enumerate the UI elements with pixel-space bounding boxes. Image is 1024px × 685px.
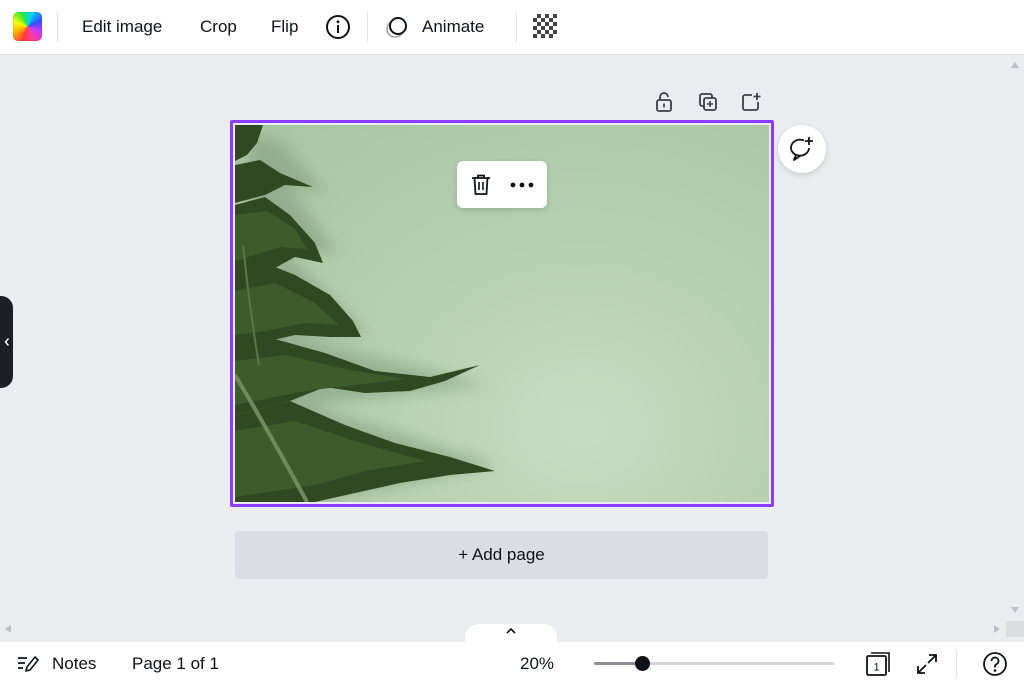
more-icon — [510, 182, 534, 188]
toolbar-divider — [367, 12, 368, 42]
pages-icon: 1 — [866, 652, 890, 676]
help-button[interactable] — [982, 651, 1008, 677]
fullscreen-button[interactable] — [914, 651, 940, 677]
scroll-up-arrow[interactable] — [1011, 62, 1019, 68]
unlock-icon — [656, 92, 672, 112]
page-count-badge: 1 — [873, 662, 879, 674]
notes-button[interactable]: Notes — [16, 642, 96, 685]
chevron-left-icon — [4, 338, 9, 346]
crop-button[interactable]: Crop — [200, 8, 237, 46]
zoom-level[interactable]: 20% — [520, 642, 554, 685]
animate-button[interactable]: Animate — [384, 8, 484, 46]
chevron-up-icon — [506, 627, 516, 634]
animate-icon — [386, 17, 407, 38]
pages-panel-toggle[interactable] — [465, 624, 557, 642]
page-grid-button[interactable]: 1 — [865, 651, 891, 677]
help-icon — [983, 652, 1007, 676]
info-icon — [326, 15, 350, 39]
edit-image-button[interactable]: Edit image — [82, 8, 162, 46]
scroll-left-arrow[interactable] — [5, 625, 11, 633]
add-page-icon-button[interactable] — [739, 90, 763, 114]
notes-label: Notes — [52, 653, 97, 673]
scroll-down-arrow[interactable] — [1011, 607, 1019, 613]
flip-button[interactable]: Flip — [271, 8, 298, 46]
info-button[interactable] — [324, 13, 352, 41]
element-context-menu — [457, 161, 547, 208]
transparency-icon[interactable] — [533, 14, 557, 38]
more-options-button[interactable] — [508, 171, 536, 199]
lock-page-button[interactable] — [652, 90, 676, 114]
toolbar-divider — [516, 12, 517, 42]
color-picker-button[interactable] — [13, 12, 42, 41]
duplicate-page-icon — [699, 93, 717, 111]
add-comment-button[interactable] — [778, 125, 826, 173]
trash-icon — [472, 174, 490, 195]
zoom-slider-track[interactable] — [594, 662, 834, 665]
page-indicator[interactable]: Page 1 of 1 — [132, 642, 219, 685]
toolbar-divider — [57, 12, 58, 42]
add-comment-icon — [790, 137, 813, 161]
fullscreen-icon — [917, 654, 937, 674]
vertical-scrollbar[interactable] — [1006, 56, 1024, 621]
bottom-divider — [956, 650, 957, 678]
add-page-icon — [742, 93, 761, 111]
side-panel-toggle[interactable] — [0, 296, 13, 388]
notes-icon — [18, 655, 39, 672]
duplicate-page-button[interactable] — [696, 90, 720, 114]
zoom-slider-thumb[interactable] — [634, 656, 650, 671]
scroll-corner — [1006, 621, 1024, 637]
delete-button[interactable] — [467, 171, 495, 199]
top-toolbar: Edit image Crop Flip Animate — [0, 0, 1024, 55]
scroll-right-arrow[interactable] — [994, 625, 1000, 633]
add-page-button[interactable]: + Add page — [235, 531, 768, 579]
animate-label: Animate — [422, 17, 485, 36]
